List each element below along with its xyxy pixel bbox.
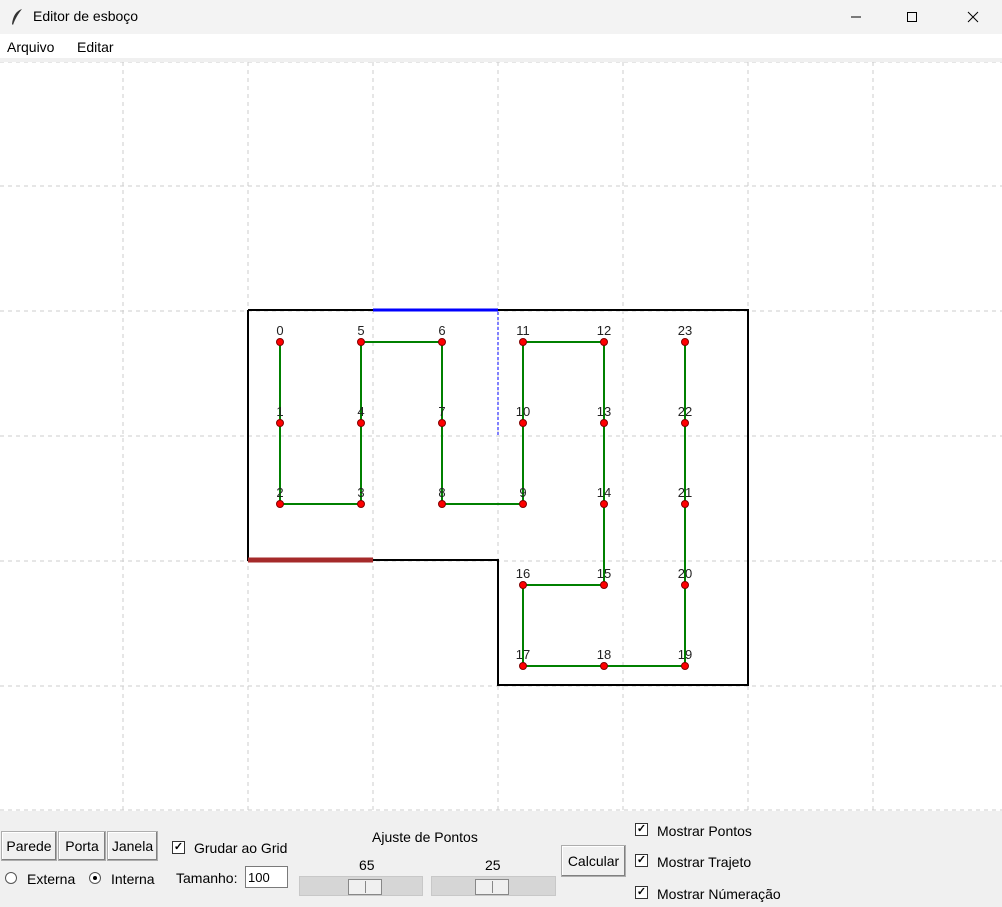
mostrar-numeracao-label: Mostrar Númeração xyxy=(657,886,781,902)
slider1-value: 65 xyxy=(359,857,375,873)
point-number: 7 xyxy=(438,404,445,419)
point-marker xyxy=(681,419,689,427)
point-marker xyxy=(681,662,689,670)
mostrar-trajeto-label: Mostrar Trajeto xyxy=(657,854,752,870)
maximize-button[interactable] xyxy=(889,0,935,34)
point-number: 4 xyxy=(357,404,364,419)
close-button[interactable] xyxy=(950,0,996,34)
point-marker xyxy=(600,500,608,508)
slider1-track[interactable] xyxy=(299,876,423,896)
point-number: 10 xyxy=(516,404,530,419)
point-marker xyxy=(357,338,365,346)
menu-arquivo[interactable]: Arquivo xyxy=(7,39,54,55)
maximize-icon xyxy=(907,12,917,22)
mostrar-trajeto-checkbox[interactable]: ✓ xyxy=(635,854,648,867)
point-number: 16 xyxy=(516,566,530,581)
point-number: 17 xyxy=(516,647,530,662)
ajuste-label: Ajuste de Pontos xyxy=(372,829,478,845)
menu-bar: Arquivo Editar xyxy=(0,34,1002,58)
point-marker xyxy=(519,500,527,508)
mostrar-numeracao-checkbox[interactable]: ✓ xyxy=(635,886,648,899)
slider2-track[interactable] xyxy=(431,876,556,896)
point-number: 20 xyxy=(678,566,692,581)
title-bar: Editor de esboço xyxy=(0,0,1002,34)
point-number: 0 xyxy=(276,323,283,338)
point-number: 5 xyxy=(357,323,364,338)
grudar-label: Grudar ao Grid xyxy=(194,840,288,856)
point-number: 1 xyxy=(276,404,283,419)
point-number: 23 xyxy=(678,323,692,338)
slider1-thumb[interactable] xyxy=(348,879,382,895)
point-marker xyxy=(600,419,608,427)
bottom-toolbar: Parede Porta Janela Externa Interna ✓ Gr… xyxy=(0,811,1002,907)
window-title: Editor de esboço xyxy=(33,8,139,24)
mostrar-pontos-label: Mostrar Pontos xyxy=(657,823,752,839)
point-marker xyxy=(519,662,527,670)
point-number: 12 xyxy=(597,323,611,338)
interna-radio[interactable] xyxy=(89,872,101,884)
point-marker xyxy=(519,338,527,346)
point-marker xyxy=(600,581,608,589)
slider2-value: 25 xyxy=(485,857,501,873)
sketch-canvas[interactable]: 0 1 2 3 4 5 6 7 8 9 10 11 12 13 14 15 16 17 18 19 20 21 22 23 xyxy=(0,62,1002,811)
point-marker xyxy=(519,581,527,589)
calcular-button[interactable]: Calcular xyxy=(561,845,626,877)
point-marker xyxy=(438,500,446,508)
menu-editar[interactable]: Editar xyxy=(77,39,114,55)
point-marker xyxy=(276,419,284,427)
point-number: 22 xyxy=(678,404,692,419)
close-icon xyxy=(967,11,979,23)
point-marker xyxy=(357,500,365,508)
mostrar-pontos-checkbox[interactable]: ✓ xyxy=(635,823,648,836)
parede-button[interactable]: Parede xyxy=(1,831,57,861)
path-trajectory xyxy=(279,341,686,667)
point-number: 21 xyxy=(678,485,692,500)
point-marker xyxy=(276,338,284,346)
interna-label: Interna xyxy=(111,871,155,887)
point-marker xyxy=(438,338,446,346)
point-number: 11 xyxy=(516,323,530,338)
point-marker xyxy=(681,500,689,508)
point-number: 9 xyxy=(519,485,526,500)
point-marker xyxy=(438,419,446,427)
tamanho-input[interactable] xyxy=(245,866,288,888)
point-marker xyxy=(600,338,608,346)
sketch-svg[interactable]: 012 345 678 91011 121314151617 18 1920212223 xyxy=(0,62,1002,811)
point-number: 6 xyxy=(438,323,445,338)
point-number: 13 xyxy=(597,404,611,419)
point-number: 15 xyxy=(597,566,611,581)
point-marker xyxy=(681,581,689,589)
porta-button[interactable]: Porta xyxy=(58,831,106,861)
point-marker xyxy=(357,419,365,427)
externa-label: Externa xyxy=(27,871,76,887)
point-marker xyxy=(276,500,284,508)
externa-radio[interactable] xyxy=(5,872,17,884)
point-number: 8 xyxy=(438,485,445,500)
janela-button[interactable]: Janela xyxy=(107,831,158,861)
minimize-button[interactable] xyxy=(833,0,879,34)
grudar-checkbox[interactable]: ✓ xyxy=(172,841,185,854)
minimize-icon xyxy=(851,16,861,18)
point-marker xyxy=(519,419,527,427)
point-marker xyxy=(681,338,689,346)
point-number: 18 xyxy=(597,647,611,662)
feather-icon xyxy=(12,9,22,25)
tamanho-label: Tamanho: xyxy=(176,870,238,886)
point-number: 14 xyxy=(597,485,611,500)
slider2-thumb[interactable] xyxy=(475,879,509,895)
point-number: 2 xyxy=(276,485,283,500)
point-marker xyxy=(600,662,608,670)
point-number: 19 xyxy=(678,647,692,662)
point-number: 3 xyxy=(357,485,364,500)
